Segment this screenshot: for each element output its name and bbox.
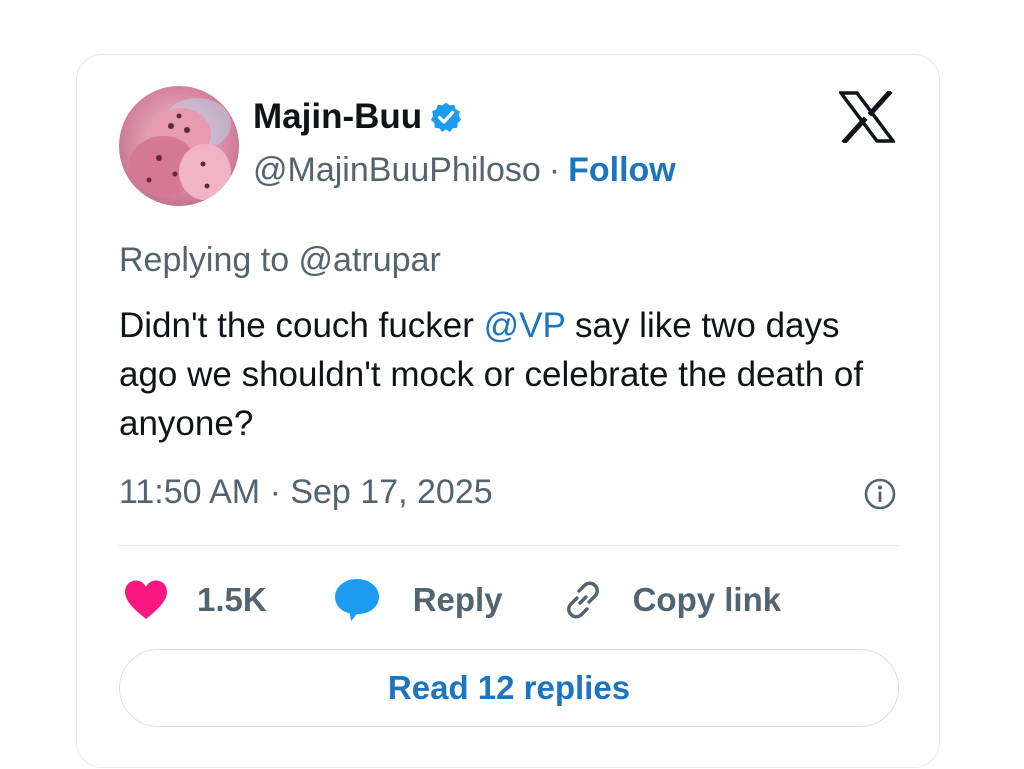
like-button[interactable]: 1.5K bbox=[123, 579, 267, 621]
tweet-text-part-1: Didn't the couch fucker bbox=[119, 306, 484, 345]
like-count: 1.5K bbox=[197, 581, 267, 618]
verified-badge-icon bbox=[430, 101, 462, 133]
follow-button[interactable]: Follow bbox=[568, 151, 676, 190]
heart-icon bbox=[123, 579, 169, 621]
reply-bubble-icon bbox=[333, 577, 381, 623]
copy-link-button[interactable]: Copy link bbox=[561, 578, 782, 622]
mention-link[interactable]: @VP bbox=[484, 306, 566, 345]
tweet-timestamp[interactable]: 11:50 AM · Sep 17, 2025 bbox=[119, 473, 493, 512]
tweet-text: Didn't the couch fucker @VP say like two… bbox=[119, 301, 899, 448]
reply-button[interactable]: Reply bbox=[333, 577, 503, 623]
replying-to-text: Replying to @atrupar bbox=[119, 241, 441, 279]
read-replies-button[interactable]: Read 12 replies bbox=[119, 649, 899, 727]
avatar[interactable] bbox=[119, 86, 239, 206]
handle-row: @MajinBuuPhiloso · Follow bbox=[253, 151, 676, 190]
copy-link-label: Copy link bbox=[632, 581, 782, 618]
avatar-image bbox=[119, 86, 239, 206]
divider bbox=[119, 545, 899, 546]
x-logo-icon[interactable] bbox=[837, 89, 897, 145]
display-name[interactable]: Majin-Buu bbox=[253, 97, 422, 137]
info-icon[interactable] bbox=[863, 477, 897, 511]
separator-dot: · bbox=[548, 151, 561, 189]
action-bar: 1.5K Reply Copy link bbox=[123, 575, 781, 625]
author-handle[interactable]: @MajinBuuPhiloso bbox=[253, 151, 541, 190]
reply-label: Reply bbox=[412, 581, 503, 618]
author-name-row: Majin-Buu bbox=[253, 95, 462, 139]
link-icon bbox=[561, 578, 605, 622]
tweet-card: Majin-Buu @MajinBuuPhiloso · Follow Repl… bbox=[76, 54, 940, 768]
